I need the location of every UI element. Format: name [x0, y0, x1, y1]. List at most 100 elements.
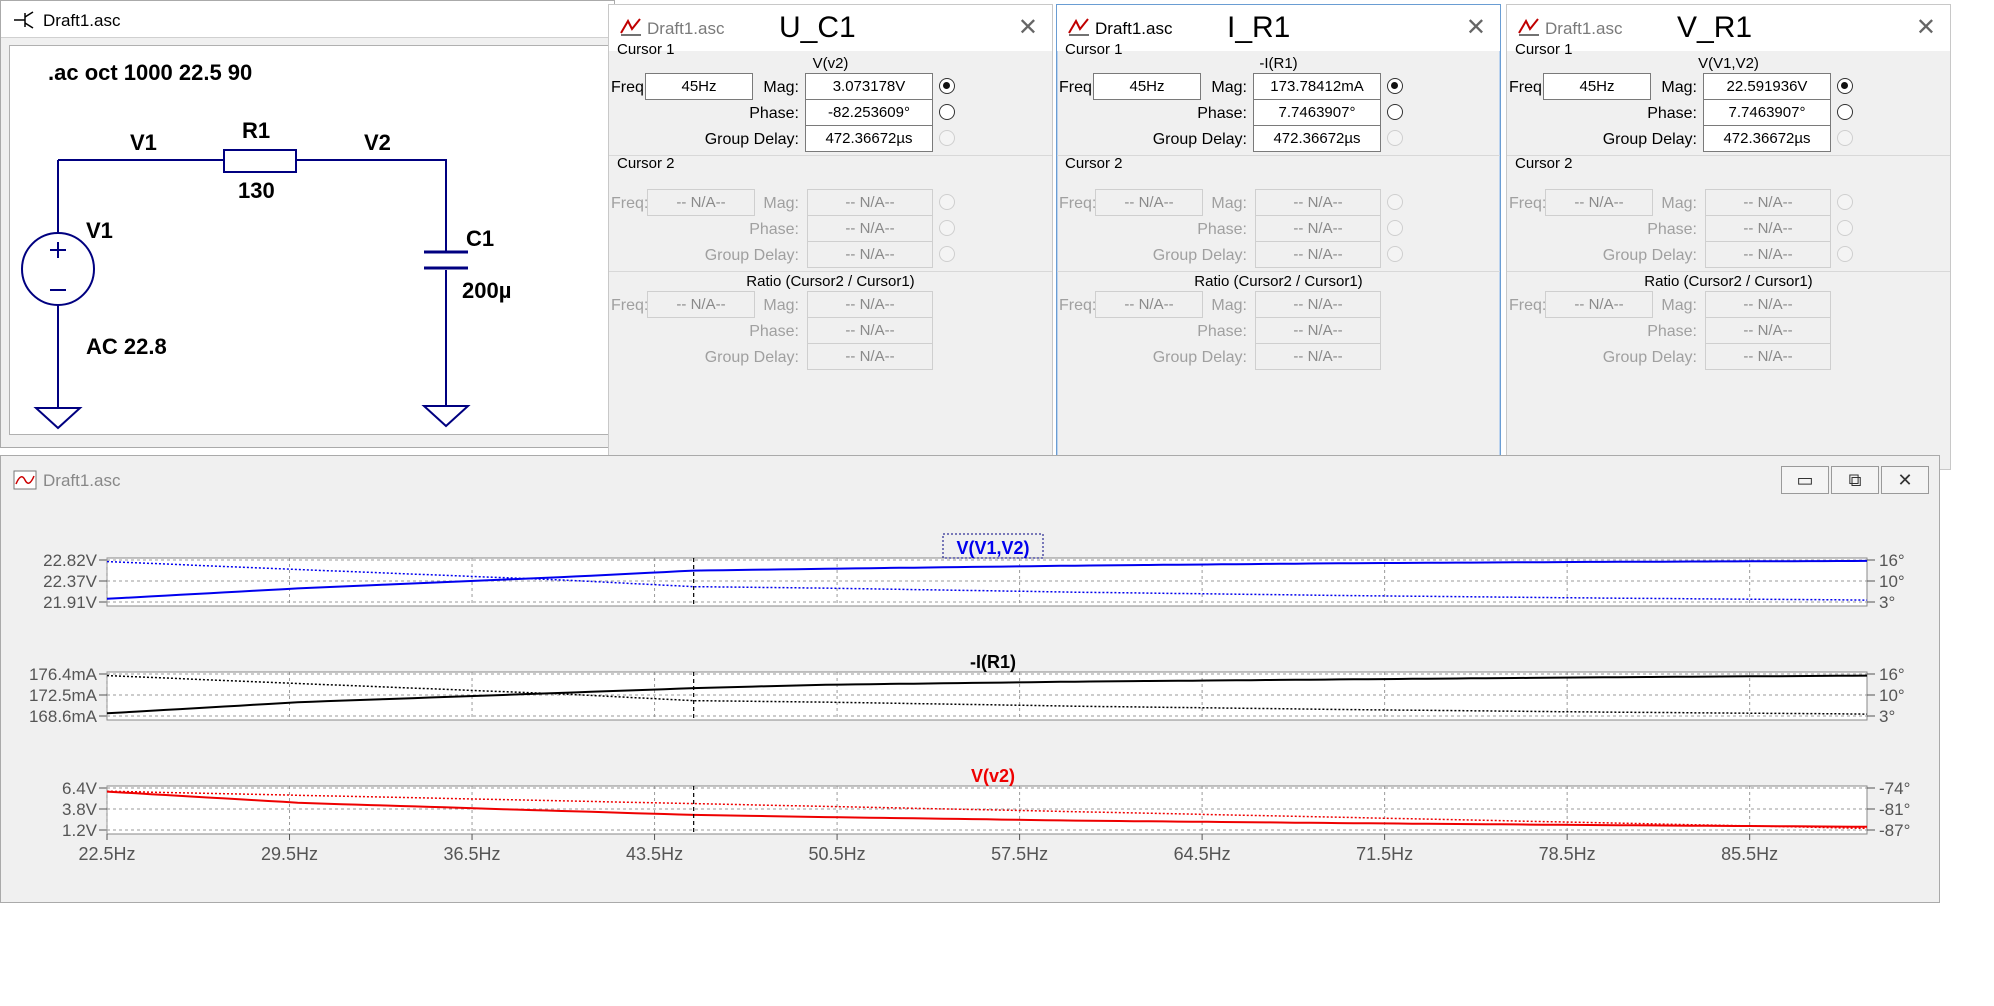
cursor1-group-delay-field[interactable]: 472.36672µs — [1703, 125, 1831, 152]
cursor1-phase-field[interactable]: 7.7463907° — [1253, 99, 1381, 126]
cursor2-phase-field[interactable]: -- N/A-- — [807, 215, 933, 242]
minimize-button[interactable]: ▭ — [1781, 466, 1829, 494]
net-label-v2[interactable]: V2 — [364, 130, 391, 155]
cursor2-group-delay-field[interactable]: -- N/A-- — [1255, 241, 1381, 268]
ltspice-probe-icon — [1518, 18, 1539, 36]
cursor-dialog-v-r1[interactable]: Draft1.asc V_R1 ✕ Cursor 1 V(V1,V2) Freq… — [1506, 4, 1951, 470]
ratio-phase-field[interactable]: -- N/A-- — [1255, 317, 1381, 344]
cursor1-mag-radio[interactable] — [1837, 78, 1853, 94]
cursor2-mag-radio[interactable] — [1387, 194, 1403, 210]
restore-button[interactable]: ⧉ — [1831, 466, 1879, 494]
close-icon[interactable]: ✕ — [1018, 13, 1038, 42]
c1-name-label[interactable]: C1 — [466, 226, 494, 251]
cursor2-section-label: Cursor 2 — [1515, 155, 1573, 172]
resistor-r1[interactable] — [223, 149, 297, 173]
ratio-group-delay-field[interactable]: -- N/A-- — [1705, 343, 1831, 370]
cursor1-freq-field[interactable]: 45Hz — [1543, 73, 1651, 100]
ratio-phase-label: Phase: — [749, 323, 799, 340]
y-tick-label-left: 176.4mA — [29, 665, 98, 684]
cursor1-group-delay-field[interactable]: 472.36672µs — [1253, 125, 1381, 152]
ratio-phase-field[interactable]: -- N/A-- — [1705, 317, 1831, 344]
cursor2-freq-field[interactable]: -- N/A-- — [1545, 189, 1653, 216]
cursor1-group-delay-radio[interactable] — [1387, 130, 1403, 146]
cursor2-mag-field[interactable]: -- N/A-- — [1705, 189, 1831, 216]
cursor2-phase-field[interactable]: -- N/A-- — [1255, 215, 1381, 242]
cursor2-freq-field[interactable]: -- N/A-- — [1095, 189, 1203, 216]
close-icon[interactable]: ✕ — [1916, 13, 1936, 42]
cursor1-phase-radio[interactable] — [1837, 104, 1853, 120]
source-name-label[interactable]: V1 — [86, 218, 113, 243]
cursor1-group-delay-radio[interactable] — [939, 130, 955, 146]
cursor1-freq-field[interactable]: 45Hz — [645, 73, 753, 100]
ratio-freq-field[interactable]: -- N/A-- — [1545, 291, 1653, 318]
cursor1-mag-field[interactable]: 3.073178V — [805, 73, 933, 100]
cursor2-group-delay-radio[interactable] — [1387, 246, 1403, 262]
cursor2-mag-field[interactable]: -- N/A-- — [1255, 189, 1381, 216]
cursor2-group-delay-field[interactable]: -- N/A-- — [1705, 241, 1831, 268]
schematic-title-bar[interactable]: Draft1.asc — [1, 1, 614, 38]
cursor2-phase-radio[interactable] — [1837, 220, 1853, 236]
trace-title: -I(R1) — [970, 652, 1016, 672]
cursor2-phase-label: Phase: — [1197, 221, 1247, 238]
cursor1-mag-label: Mag: — [1211, 79, 1247, 96]
ratio-group-delay-field[interactable]: -- N/A-- — [1255, 343, 1381, 370]
c1-value-label[interactable]: 200µ — [462, 278, 511, 303]
cursor2-mag-radio[interactable] — [939, 194, 955, 210]
cursor2-freq-field[interactable]: -- N/A-- — [647, 189, 755, 216]
ratio-mag-field[interactable]: -- N/A-- — [807, 291, 933, 318]
cursor1-mag-radio[interactable] — [939, 78, 955, 94]
dialog-title-bar[interactable]: Draft1.asc V_R1 ✕ — [1507, 5, 1950, 51]
cursor2-group-delay-radio[interactable] — [939, 246, 955, 262]
cursor1-phase-radio[interactable] — [1387, 104, 1403, 120]
y-tick-label-right: 16° — [1879, 551, 1905, 570]
net-label-v1[interactable]: V1 — [130, 130, 157, 155]
cursor1-freq-field[interactable]: 45Hz — [1093, 73, 1201, 100]
cursor1-group-delay-field[interactable]: 472.36672µs — [805, 125, 933, 152]
cursor2-phase-radio[interactable] — [1387, 220, 1403, 236]
ratio-mag-field[interactable]: -- N/A-- — [1705, 291, 1831, 318]
cursor1-mag-field[interactable]: 22.591936V — [1703, 73, 1831, 100]
cursor2-mag-field[interactable]: -- N/A-- — [807, 189, 933, 216]
dialog-title-bar[interactable]: Draft1.asc I_R1 ✕ — [1057, 5, 1500, 51]
close-icon[interactable]: ✕ — [1466, 13, 1486, 42]
waveform-window[interactable]: Draft1.asc ▭ ⧉ ✕ 22.82V 16° 22.37V 10° 21.91… — [0, 455, 1940, 903]
cursor2-phase-radio[interactable] — [939, 220, 955, 236]
dialog-title-bar[interactable]: Draft1.asc U_C1 ✕ — [609, 5, 1052, 51]
ratio-group-delay-field[interactable]: -- N/A-- — [807, 343, 933, 370]
r1-name-label[interactable]: R1 — [242, 118, 270, 143]
ratio-mag-field[interactable]: -- N/A-- — [1255, 291, 1381, 318]
x-tick-label: 50.5Hz — [809, 844, 866, 864]
divider — [1507, 155, 1950, 156]
ratio-section-label: Ratio (Cursor2 / Cursor1) — [1194, 273, 1363, 290]
ltspice-probe-icon — [1068, 18, 1089, 36]
schematic-canvas[interactable]: .ac oct 1000 22.5 90 V1 R1 130 V2 V1 AC … — [9, 45, 609, 435]
cursor1-phase-field[interactable]: 7.7463907° — [1703, 99, 1831, 126]
cursor1-group-delay-radio[interactable] — [1837, 130, 1853, 146]
schematic-drawing[interactable]: .ac oct 1000 22.5 90 V1 R1 130 V2 V1 AC … — [10, 46, 610, 436]
ratio-freq-field[interactable]: -- N/A-- — [647, 291, 755, 318]
y-tick-label-right: -81° — [1879, 800, 1910, 819]
y-tick-label-right: 3° — [1879, 593, 1895, 612]
cursor-dialog-i-r1[interactable]: Draft1.asc I_R1 ✕ Cursor 1 -I(R1) Freq: … — [1056, 4, 1501, 470]
source-value-label[interactable]: AC 22.8 — [86, 334, 167, 359]
cursor2-phase-field[interactable]: -- N/A-- — [1705, 215, 1831, 242]
divider — [1057, 271, 1500, 272]
cursor-dialog-u-c1[interactable]: Draft1.asc U_C1 ✕ Cursor 1 V(v2) Freq: 4… — [608, 4, 1053, 470]
waveform-plot-area[interactable]: 22.82V 16° 22.37V 10° 21.91V 3° V(V1,V2) 176.4m… — [5, 496, 1935, 898]
ratio-freq-field[interactable]: -- N/A-- — [1095, 291, 1203, 318]
cursor2-group-delay-radio[interactable] — [1837, 246, 1853, 262]
cursor2-mag-radio[interactable] — [1837, 194, 1853, 210]
ac-directive[interactable]: .ac oct 1000 22.5 90 — [48, 60, 252, 85]
cursor1-freq-label: Freq: — [611, 79, 649, 96]
schematic-window[interactable]: Draft1.asc .ac oct 1000 22.5 90 V1 R1 13… — [0, 0, 615, 448]
cursor1-phase-radio[interactable] — [939, 104, 955, 120]
cursor1-phase-field[interactable]: -82.253609° — [805, 99, 933, 126]
x-tick-label: 78.5Hz — [1539, 844, 1596, 864]
close-window-button[interactable]: ✕ — [1881, 466, 1929, 494]
ratio-phase-field[interactable]: -- N/A-- — [807, 317, 933, 344]
cursor2-group-delay-field[interactable]: -- N/A-- — [807, 241, 933, 268]
ratio-phase-label: Phase: — [1197, 323, 1247, 340]
cursor1-mag-radio[interactable] — [1387, 78, 1403, 94]
cursor1-mag-field[interactable]: 173.78412mA — [1253, 73, 1381, 100]
r1-value-label[interactable]: 130 — [238, 178, 275, 203]
